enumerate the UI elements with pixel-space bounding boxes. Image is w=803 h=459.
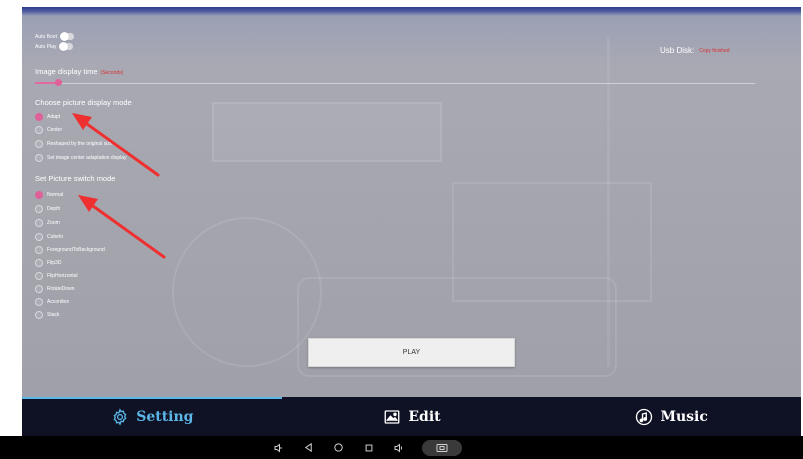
switch-mode-option[interactable]: Accordion [35,297,69,306]
radio-button[interactable] [35,232,43,241]
usb-copy-status: Copy finished [699,47,730,54]
usb-disk-status: Usb Disk: Copy finished [660,46,730,55]
picture-mode-option-label: Center [47,126,63,133]
tab-music-label: Music [660,408,708,425]
picture-mode-option-label: Adapt [47,113,61,120]
switch-mode-option-label: Flip3D [47,259,62,266]
radio-button[interactable] [35,310,43,319]
radio-button[interactable] [35,271,43,280]
system-navigation-bar [0,436,803,459]
switch-knob [59,42,69,51]
picture-mode-option-label: Reshaped by the original size [47,140,113,147]
device-frame: Auto Boot Auto Play Usb Disk: Copy finis… [0,0,803,459]
image-display-time: Image display time (Seconds) [35,67,123,76]
radio-button[interactable] [35,139,43,148]
radio-button[interactable] [35,153,43,162]
screenshot-icon [435,441,449,455]
radio-button[interactable] [35,204,43,213]
tab-edit-label: Edit [408,408,441,425]
usb-disk-label: Usb Disk: [660,46,695,55]
radio-button[interactable] [35,284,43,293]
bottom-tab-bar: Setting Edit Music [22,397,801,436]
switch-knob [59,32,69,41]
display-time-label: Image display time [35,67,98,76]
switch-mode-option-label: Normal [47,191,64,198]
picture-mode-option[interactable]: Set image center adaptation display [35,153,127,162]
switch-mode-option-label: ForegroundToBackground [47,246,105,253]
switch-mode-option-label: CubeIn [47,233,64,240]
switch-mode-option-label: FlipHorizontal [47,272,78,279]
switch-mode-option-label: Accordion [47,298,70,305]
picture-mode-option-label: Set image center adaptation display [47,154,127,161]
tab-edit[interactable]: Edit [282,397,542,436]
radio-button[interactable] [35,218,43,227]
auto-play-label: Auto Play [35,43,57,50]
switch-mode-title: Set Picture switch mode [35,174,116,183]
tab-setting-label: Setting [136,408,194,425]
switch-mode-option-label: Depth [47,205,61,212]
tab-setting[interactable]: Setting [22,397,282,436]
switch-mode-option[interactable]: Normal [35,190,63,199]
switch-mode-option-label: Stack [47,311,60,318]
display-time-slider-thumb[interactable] [55,79,62,86]
display-time-slider[interactable] [35,83,755,84]
image-icon [382,407,402,427]
radio-button[interactable] [35,258,43,267]
radio-button[interactable] [35,125,43,134]
switch-mode-option[interactable]: RotateDown [35,284,75,293]
switch-mode-option-label: Zoom [47,219,60,226]
picture-mode-option[interactable]: Reshaped by the original size [35,139,113,148]
radio-button-checked[interactable] [35,190,43,199]
tab-music[interactable]: Music [541,397,801,436]
switch-mode-option[interactable]: Flip3D [35,258,61,267]
gear-icon [110,407,130,427]
home-icon[interactable] [332,441,346,455]
back-icon[interactable] [302,441,316,455]
switch-mode-option[interactable]: ForegroundToBackground [35,245,105,254]
auto-boot-row: Auto Boot [35,32,74,41]
picture-mode-option[interactable]: Center [35,125,62,134]
radio-button-checked[interactable] [35,112,43,121]
auto-boot-label: Auto Boot [35,33,57,40]
auto-play-row: Auto Play [35,42,74,51]
switch-mode-option-label: RotateDown [47,285,75,292]
recents-icon[interactable] [362,441,376,455]
background-art [212,102,442,162]
play-button[interactable]: PLAY [308,338,515,367]
app-screen: Auto Boot Auto Play Usb Disk: Copy finis… [22,7,801,436]
music-note-icon [634,407,654,427]
play-button-label: PLAY [402,349,421,356]
display-time-unit: (Seconds) [100,70,124,76]
switch-mode-option[interactable]: Stack [35,310,60,319]
switch-mode-option[interactable]: FlipHorizontal [35,271,78,280]
switch-mode-option[interactable]: CubeIn [35,232,63,241]
switch-mode-option[interactable]: Depth [35,204,60,213]
picture-mode-title: Choose picture display mode [35,98,132,107]
radio-button[interactable] [35,297,43,306]
volume-up-icon[interactable] [392,441,406,455]
switch-mode-option[interactable]: Zoom [35,218,60,227]
radio-button[interactable] [35,245,43,254]
volume-down-icon[interactable] [272,441,286,455]
auto-play-switch[interactable] [59,42,74,51]
auto-boot-switch[interactable] [59,32,74,41]
screenshot-button[interactable] [421,439,462,456]
picture-mode-option[interactable]: Adapt [35,112,60,121]
